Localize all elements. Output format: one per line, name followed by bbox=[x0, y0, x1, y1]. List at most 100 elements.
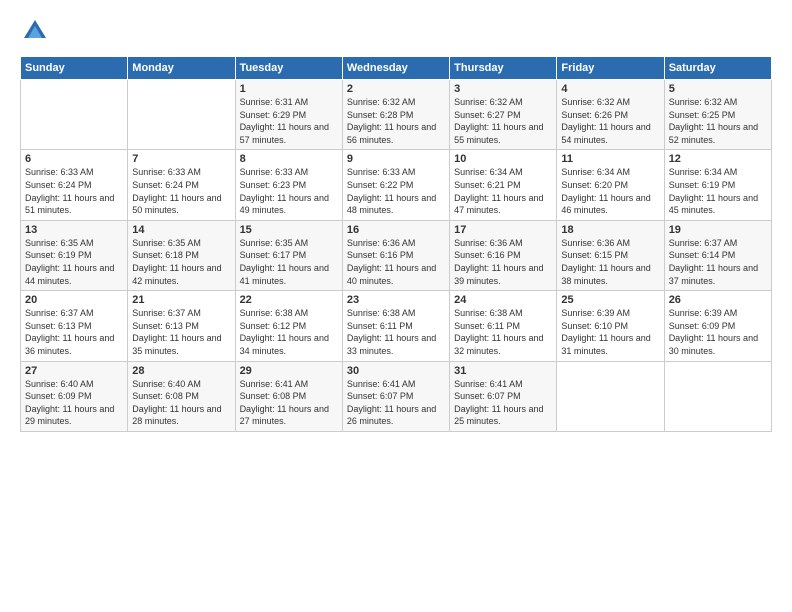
day-info: Sunrise: 6:35 AM Sunset: 6:18 PM Dayligh… bbox=[132, 237, 230, 287]
calendar-cell: 14Sunrise: 6:35 AM Sunset: 6:18 PM Dayli… bbox=[128, 220, 235, 290]
day-number: 28 bbox=[132, 365, 230, 377]
day-number: 31 bbox=[454, 365, 552, 377]
calendar-cell bbox=[664, 361, 771, 431]
header-row: SundayMondayTuesdayWednesdayThursdayFrid… bbox=[21, 57, 772, 80]
day-number: 14 bbox=[132, 224, 230, 236]
day-info: Sunrise: 6:33 AM Sunset: 6:24 PM Dayligh… bbox=[25, 166, 123, 216]
day-number: 21 bbox=[132, 294, 230, 306]
day-number: 8 bbox=[240, 153, 338, 165]
day-info: Sunrise: 6:34 AM Sunset: 6:21 PM Dayligh… bbox=[454, 166, 552, 216]
calendar-cell: 3Sunrise: 6:32 AM Sunset: 6:27 PM Daylig… bbox=[450, 80, 557, 150]
week-row-2: 13Sunrise: 6:35 AM Sunset: 6:19 PM Dayli… bbox=[21, 220, 772, 290]
calendar-cell: 10Sunrise: 6:34 AM Sunset: 6:21 PM Dayli… bbox=[450, 150, 557, 220]
day-number: 11 bbox=[561, 153, 659, 165]
day-info: Sunrise: 6:35 AM Sunset: 6:17 PM Dayligh… bbox=[240, 237, 338, 287]
calendar-cell: 24Sunrise: 6:38 AM Sunset: 6:11 PM Dayli… bbox=[450, 291, 557, 361]
day-number: 1 bbox=[240, 83, 338, 95]
week-row-1: 6Sunrise: 6:33 AM Sunset: 6:24 PM Daylig… bbox=[21, 150, 772, 220]
day-number: 18 bbox=[561, 224, 659, 236]
logo bbox=[20, 16, 52, 46]
day-number: 2 bbox=[347, 83, 445, 95]
header-cell-friday: Friday bbox=[557, 57, 664, 80]
calendar-cell: 28Sunrise: 6:40 AM Sunset: 6:08 PM Dayli… bbox=[128, 361, 235, 431]
day-number: 20 bbox=[25, 294, 123, 306]
day-number: 5 bbox=[669, 83, 767, 95]
calendar-cell: 22Sunrise: 6:38 AM Sunset: 6:12 PM Dayli… bbox=[235, 291, 342, 361]
day-number: 22 bbox=[240, 294, 338, 306]
calendar-cell: 5Sunrise: 6:32 AM Sunset: 6:25 PM Daylig… bbox=[664, 80, 771, 150]
day-number: 23 bbox=[347, 294, 445, 306]
calendar-cell: 29Sunrise: 6:41 AM Sunset: 6:08 PM Dayli… bbox=[235, 361, 342, 431]
day-info: Sunrise: 6:37 AM Sunset: 6:13 PM Dayligh… bbox=[25, 307, 123, 357]
calendar-table: SundayMondayTuesdayWednesdayThursdayFrid… bbox=[20, 56, 772, 432]
day-info: Sunrise: 6:33 AM Sunset: 6:24 PM Dayligh… bbox=[132, 166, 230, 216]
header-cell-tuesday: Tuesday bbox=[235, 57, 342, 80]
day-number: 16 bbox=[347, 224, 445, 236]
day-number: 12 bbox=[669, 153, 767, 165]
calendar-cell bbox=[128, 80, 235, 150]
week-row-3: 20Sunrise: 6:37 AM Sunset: 6:13 PM Dayli… bbox=[21, 291, 772, 361]
day-info: Sunrise: 6:35 AM Sunset: 6:19 PM Dayligh… bbox=[25, 237, 123, 287]
day-info: Sunrise: 6:32 AM Sunset: 6:25 PM Dayligh… bbox=[669, 96, 767, 146]
calendar-cell: 26Sunrise: 6:39 AM Sunset: 6:09 PM Dayli… bbox=[664, 291, 771, 361]
calendar-cell: 17Sunrise: 6:36 AM Sunset: 6:16 PM Dayli… bbox=[450, 220, 557, 290]
calendar-cell: 18Sunrise: 6:36 AM Sunset: 6:15 PM Dayli… bbox=[557, 220, 664, 290]
page-header bbox=[20, 16, 772, 46]
calendar-body: 1Sunrise: 6:31 AM Sunset: 6:29 PM Daylig… bbox=[21, 80, 772, 432]
calendar-cell: 11Sunrise: 6:34 AM Sunset: 6:20 PM Dayli… bbox=[557, 150, 664, 220]
calendar-cell: 12Sunrise: 6:34 AM Sunset: 6:19 PM Dayli… bbox=[664, 150, 771, 220]
header-cell-sunday: Sunday bbox=[21, 57, 128, 80]
day-number: 7 bbox=[132, 153, 230, 165]
day-number: 4 bbox=[561, 83, 659, 95]
header-cell-thursday: Thursday bbox=[450, 57, 557, 80]
day-info: Sunrise: 6:32 AM Sunset: 6:27 PM Dayligh… bbox=[454, 96, 552, 146]
calendar-page: SundayMondayTuesdayWednesdayThursdayFrid… bbox=[0, 0, 792, 612]
calendar-cell: 2Sunrise: 6:32 AM Sunset: 6:28 PM Daylig… bbox=[342, 80, 449, 150]
day-info: Sunrise: 6:38 AM Sunset: 6:11 PM Dayligh… bbox=[347, 307, 445, 357]
calendar-cell bbox=[21, 80, 128, 150]
calendar-cell: 7Sunrise: 6:33 AM Sunset: 6:24 PM Daylig… bbox=[128, 150, 235, 220]
day-number: 3 bbox=[454, 83, 552, 95]
calendar-cell: 30Sunrise: 6:41 AM Sunset: 6:07 PM Dayli… bbox=[342, 361, 449, 431]
calendar-cell bbox=[557, 361, 664, 431]
header-cell-wednesday: Wednesday bbox=[342, 57, 449, 80]
day-number: 6 bbox=[25, 153, 123, 165]
day-number: 19 bbox=[669, 224, 767, 236]
day-info: Sunrise: 6:38 AM Sunset: 6:11 PM Dayligh… bbox=[454, 307, 552, 357]
day-info: Sunrise: 6:33 AM Sunset: 6:22 PM Dayligh… bbox=[347, 166, 445, 216]
day-info: Sunrise: 6:40 AM Sunset: 6:09 PM Dayligh… bbox=[25, 378, 123, 428]
day-info: Sunrise: 6:40 AM Sunset: 6:08 PM Dayligh… bbox=[132, 378, 230, 428]
calendar-cell: 6Sunrise: 6:33 AM Sunset: 6:24 PM Daylig… bbox=[21, 150, 128, 220]
day-info: Sunrise: 6:36 AM Sunset: 6:15 PM Dayligh… bbox=[561, 237, 659, 287]
day-number: 15 bbox=[240, 224, 338, 236]
day-number: 30 bbox=[347, 365, 445, 377]
week-row-0: 1Sunrise: 6:31 AM Sunset: 6:29 PM Daylig… bbox=[21, 80, 772, 150]
week-row-4: 27Sunrise: 6:40 AM Sunset: 6:09 PM Dayli… bbox=[21, 361, 772, 431]
day-info: Sunrise: 6:32 AM Sunset: 6:26 PM Dayligh… bbox=[561, 96, 659, 146]
day-info: Sunrise: 6:41 AM Sunset: 6:08 PM Dayligh… bbox=[240, 378, 338, 428]
day-number: 10 bbox=[454, 153, 552, 165]
day-info: Sunrise: 6:34 AM Sunset: 6:20 PM Dayligh… bbox=[561, 166, 659, 216]
day-number: 27 bbox=[25, 365, 123, 377]
header-cell-saturday: Saturday bbox=[664, 57, 771, 80]
calendar-cell: 23Sunrise: 6:38 AM Sunset: 6:11 PM Dayli… bbox=[342, 291, 449, 361]
day-info: Sunrise: 6:41 AM Sunset: 6:07 PM Dayligh… bbox=[347, 378, 445, 428]
day-info: Sunrise: 6:31 AM Sunset: 6:29 PM Dayligh… bbox=[240, 96, 338, 146]
day-number: 17 bbox=[454, 224, 552, 236]
calendar-cell: 31Sunrise: 6:41 AM Sunset: 6:07 PM Dayli… bbox=[450, 361, 557, 431]
calendar-cell: 27Sunrise: 6:40 AM Sunset: 6:09 PM Dayli… bbox=[21, 361, 128, 431]
day-number: 29 bbox=[240, 365, 338, 377]
calendar-cell: 25Sunrise: 6:39 AM Sunset: 6:10 PM Dayli… bbox=[557, 291, 664, 361]
day-info: Sunrise: 6:39 AM Sunset: 6:09 PM Dayligh… bbox=[669, 307, 767, 357]
day-info: Sunrise: 6:41 AM Sunset: 6:07 PM Dayligh… bbox=[454, 378, 552, 428]
calendar-cell: 16Sunrise: 6:36 AM Sunset: 6:16 PM Dayli… bbox=[342, 220, 449, 290]
day-info: Sunrise: 6:37 AM Sunset: 6:13 PM Dayligh… bbox=[132, 307, 230, 357]
day-number: 9 bbox=[347, 153, 445, 165]
day-info: Sunrise: 6:39 AM Sunset: 6:10 PM Dayligh… bbox=[561, 307, 659, 357]
calendar-header: SundayMondayTuesdayWednesdayThursdayFrid… bbox=[21, 57, 772, 80]
calendar-cell: 19Sunrise: 6:37 AM Sunset: 6:14 PM Dayli… bbox=[664, 220, 771, 290]
day-number: 26 bbox=[669, 294, 767, 306]
day-info: Sunrise: 6:34 AM Sunset: 6:19 PM Dayligh… bbox=[669, 166, 767, 216]
day-number: 24 bbox=[454, 294, 552, 306]
day-info: Sunrise: 6:33 AM Sunset: 6:23 PM Dayligh… bbox=[240, 166, 338, 216]
